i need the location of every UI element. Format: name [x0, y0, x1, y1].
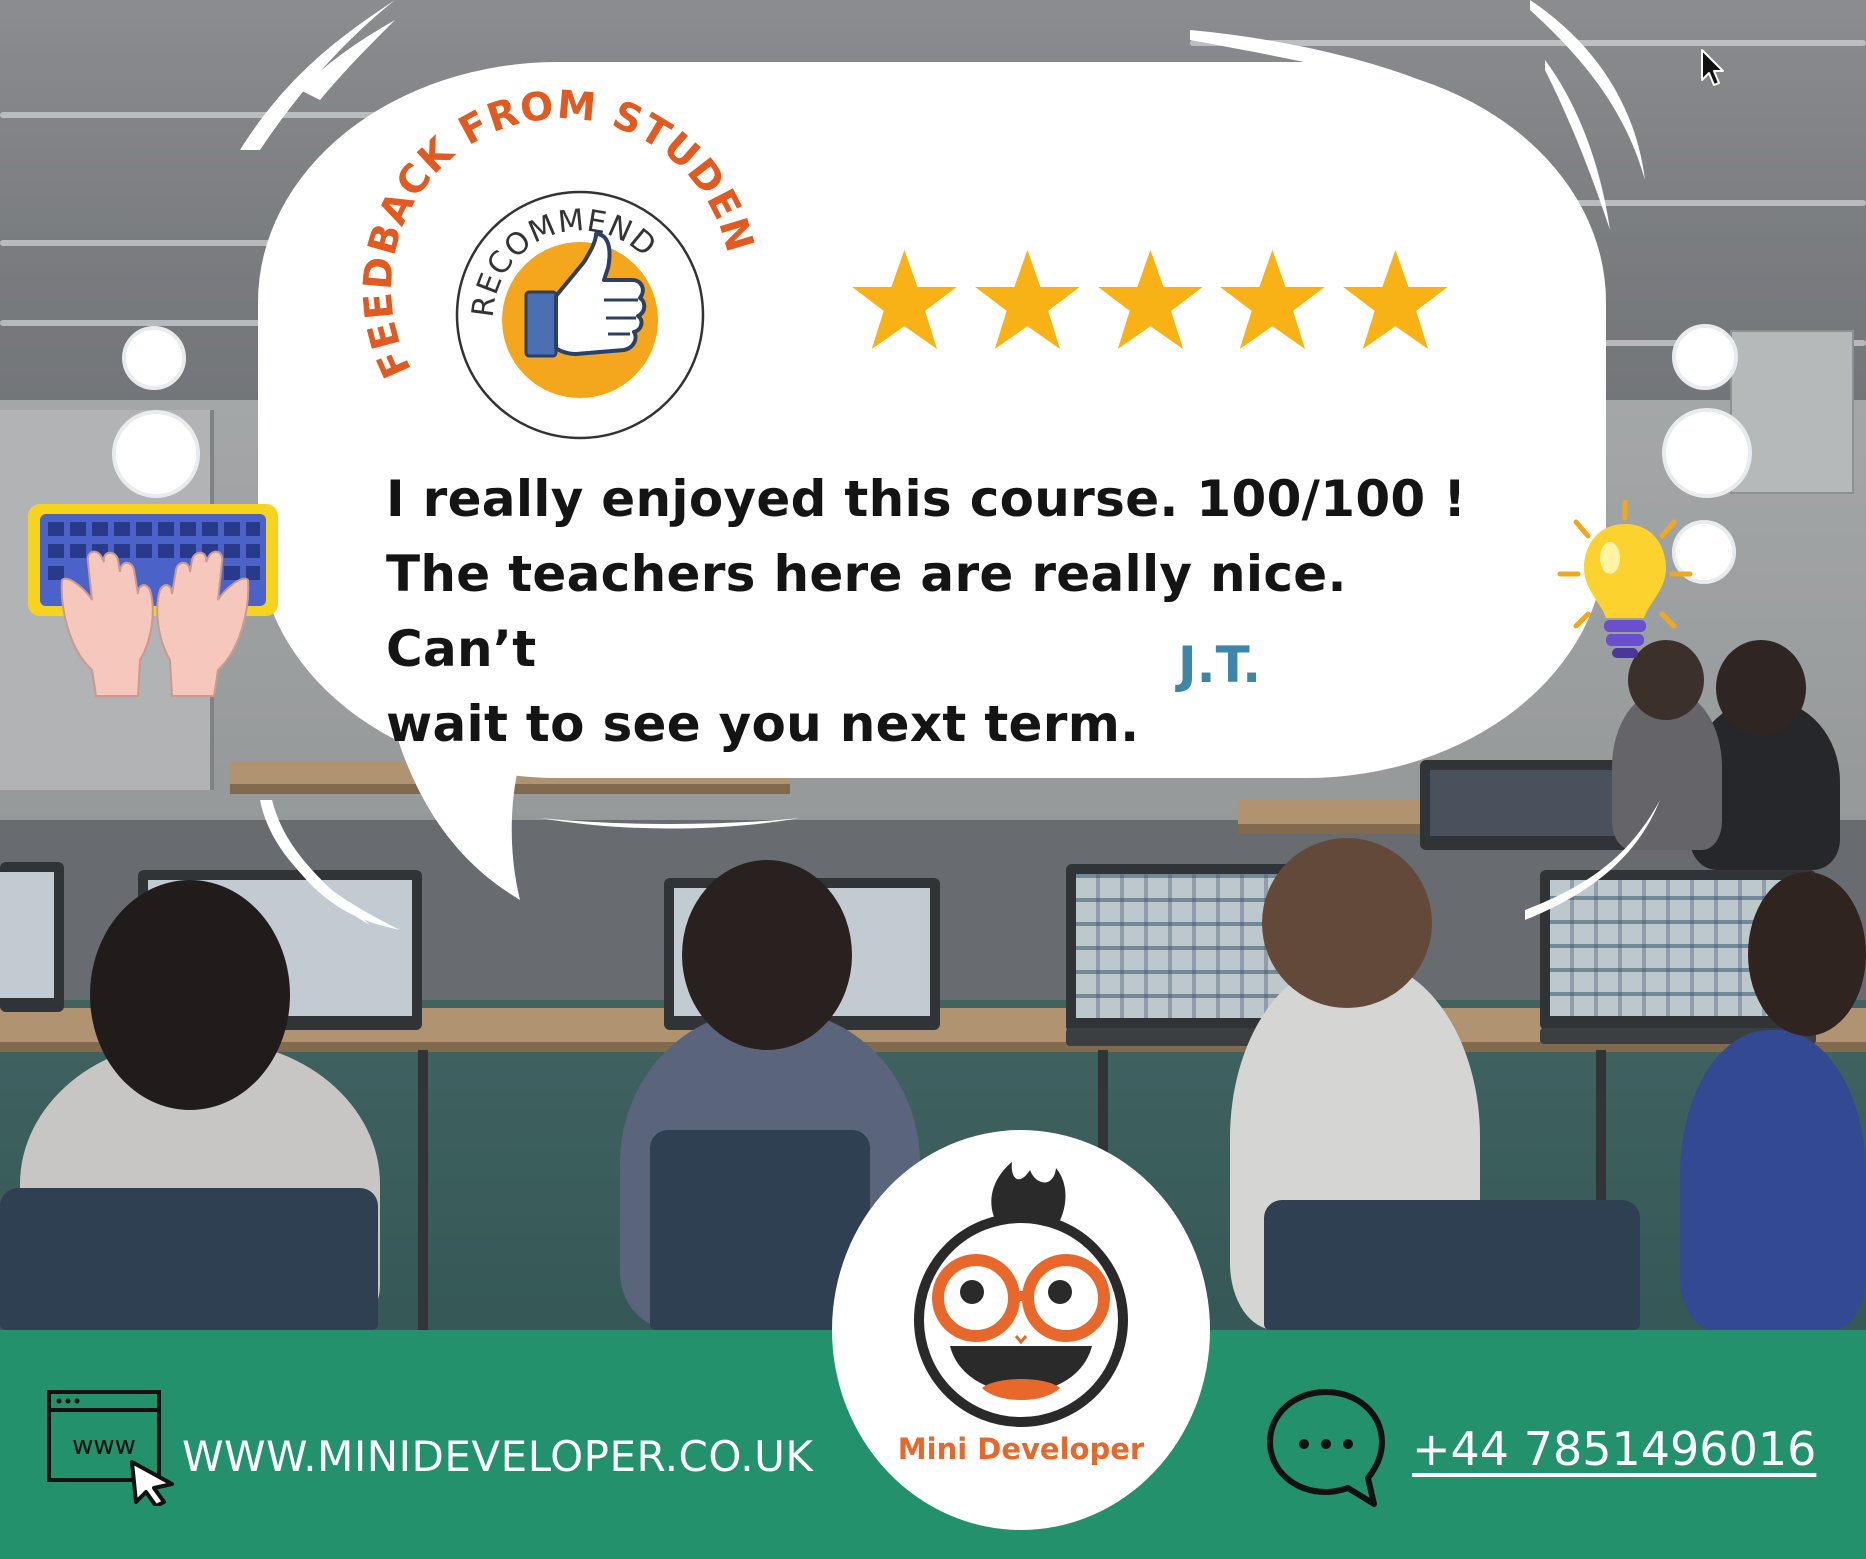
phone-link[interactable]: +44 7851496016 — [1412, 1422, 1816, 1476]
star-icon — [1220, 249, 1326, 349]
www-icon-label: www — [72, 1431, 136, 1461]
testimonial-text: I really enjoyed this course. 100/100 ! … — [386, 462, 1506, 762]
chat-bubble-icon — [1267, 1389, 1385, 1507]
thought-dot — [1672, 324, 1738, 390]
www-browser-icon: www — [47, 1390, 174, 1506]
website-link[interactable]: WWW.MINIDEVELOPER.CO.UK — [182, 1432, 813, 1481]
keyboard-hands-icon — [28, 504, 278, 697]
testimonial-line: I really enjoyed this course. 100/100 ! — [386, 470, 1467, 528]
lightbulb-icon — [1557, 500, 1693, 658]
testimonial-author: J.T. — [1178, 636, 1262, 694]
thumbs-up-icon — [524, 232, 647, 358]
thought-dot — [1662, 408, 1752, 498]
brand-name: Mini Developer — [897, 1432, 1145, 1466]
star-icon — [974, 249, 1080, 349]
mouse-cursor-icon — [1701, 49, 1724, 86]
star-rating — [850, 245, 1450, 355]
thought-dot — [122, 326, 186, 390]
mini-developer-logo-icon — [914, 1162, 1128, 1427]
star-icon — [1097, 249, 1203, 349]
thought-dot — [112, 410, 200, 498]
star-icon — [1343, 249, 1448, 349]
star-icon — [852, 249, 957, 349]
testimonial-line: wait to see you next term. — [386, 695, 1140, 753]
feedback-poster: FEEDBACK FROM STUDENTS RECOMMEND I reall… — [0, 0, 1866, 1559]
